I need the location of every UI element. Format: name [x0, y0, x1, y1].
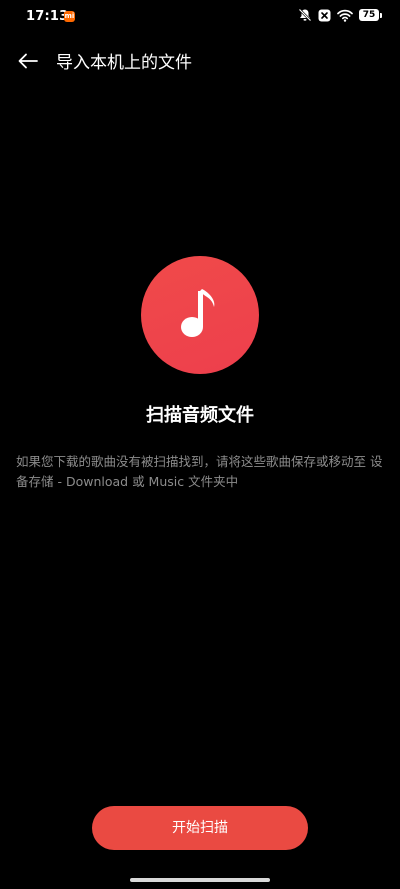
back-button[interactable] [14, 49, 42, 77]
page-title: 导入本机上的文件 [56, 53, 192, 73]
close-box-icon [318, 9, 331, 22]
scan-heading: 扫描音频文件 [146, 405, 254, 426]
arrow-left-icon [18, 53, 38, 73]
mute-bell-icon [298, 8, 312, 22]
battery-level: 75 [359, 9, 379, 21]
status-icons: 75 [298, 8, 382, 22]
home-indicator[interactable] [130, 878, 270, 882]
start-scan-button[interactable]: 开始扫描 [92, 806, 308, 850]
status-time: 17:13 [26, 9, 69, 24]
scan-hint-text: 如果您下载的歌曲没有被扫描找到，请将这些歌曲保存或移动至 设备存储 - Down… [16, 454, 383, 489]
wifi-icon [337, 9, 353, 22]
battery-tip [380, 12, 382, 18]
music-icon-circle [141, 256, 259, 374]
music-note-icon [178, 285, 222, 345]
status-bar: 17:13 mi 75 [0, 0, 400, 34]
mi-logo-icon: mi [64, 11, 75, 22]
app-bar: 导入本机上的文件 [0, 44, 400, 82]
battery-icon: 75 [359, 9, 382, 21]
